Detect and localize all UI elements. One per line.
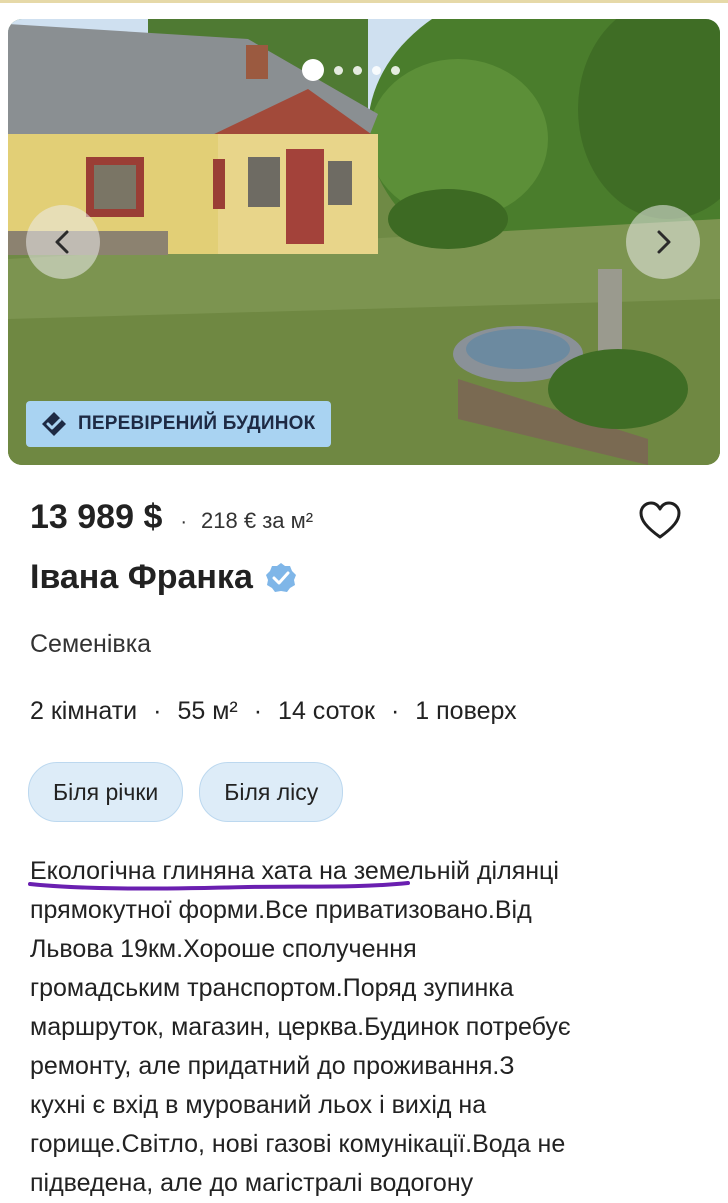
spec-separator: · [153, 697, 162, 725]
previous-photo-button[interactable] [26, 205, 100, 279]
description-line: підведена, але до магістралі водогону [30, 1169, 474, 1197]
property-specs: 2 кімнати · 55 м² · 14 соток · 1 поверх [30, 697, 517, 726]
slide-dot[interactable] [372, 65, 381, 75]
land-size: 14 соток [278, 697, 375, 725]
description-line: кухні є вхід в мурований льох і вихід на [30, 1091, 487, 1119]
slide-dot[interactable] [391, 65, 400, 75]
spec-separator: · [390, 697, 400, 725]
rooms-count: 2 кімнати [30, 697, 138, 725]
chevron-right-icon [657, 230, 671, 254]
slide-dot[interactable] [353, 65, 362, 75]
price-row: 13 989 $ · 218 € за м² [30, 498, 313, 537]
badge-label: ПЕРЕВІРЕНИЙ БУДИНОК [78, 413, 316, 434]
description-line: горище.Світло, нові газові комунікації.В… [30, 1130, 566, 1158]
photo-gallery[interactable]: ПЕРЕВІРЕНИЙ БУДИНОК [8, 19, 720, 465]
price-per-m2: 218 € за м² [201, 508, 314, 533]
description-line: Львова 19км.Хороше сполучення [30, 935, 417, 963]
house-photo [8, 19, 720, 465]
favorite-heart-icon[interactable] [638, 501, 682, 541]
slide-dot[interactable] [334, 65, 343, 75]
description-line: громадським транспортом.Поряд зупинка [30, 974, 514, 1002]
verified-check-icon [265, 562, 296, 592]
top-divider [0, 0, 728, 3]
tag-near-river[interactable]: Біля річки [28, 762, 184, 822]
slide-indicator [302, 59, 400, 81]
verified-house-icon [42, 412, 66, 436]
city: Семенівка [30, 630, 152, 658]
tag-near-forest[interactable]: Біля лісу [199, 762, 344, 822]
description-line: маршруток, магазин, церква.Будинок потре… [30, 1013, 571, 1041]
slide-dot-active[interactable] [302, 59, 324, 81]
tag-list: Біля річки Біля лісу [28, 762, 344, 822]
description: Екологічна глиняна хата на земельній діл… [30, 852, 710, 1203]
address-row: Івана Франка [30, 558, 297, 597]
area: 55 м² [177, 697, 238, 725]
separator-dot: · [180, 511, 188, 533]
verified-house-badge: ПЕРЕВІРЕНИЙ БУДИНОК [26, 401, 332, 447]
next-photo-button[interactable] [626, 205, 700, 279]
price: 13 989 $ [30, 498, 163, 536]
description-line: прямокутної форми.Все приватизовано.Від [30, 896, 532, 924]
floors: 1 поверх [415, 697, 517, 725]
description-line: ремонту, але придатний до проживання.З [30, 1052, 515, 1080]
spec-separator: · [253, 697, 263, 725]
street-name: Івана Франка [30, 558, 253, 596]
description-line: Екологічна глиняна хата на земельній діл… [30, 857, 559, 885]
chevron-left-icon [55, 230, 69, 254]
